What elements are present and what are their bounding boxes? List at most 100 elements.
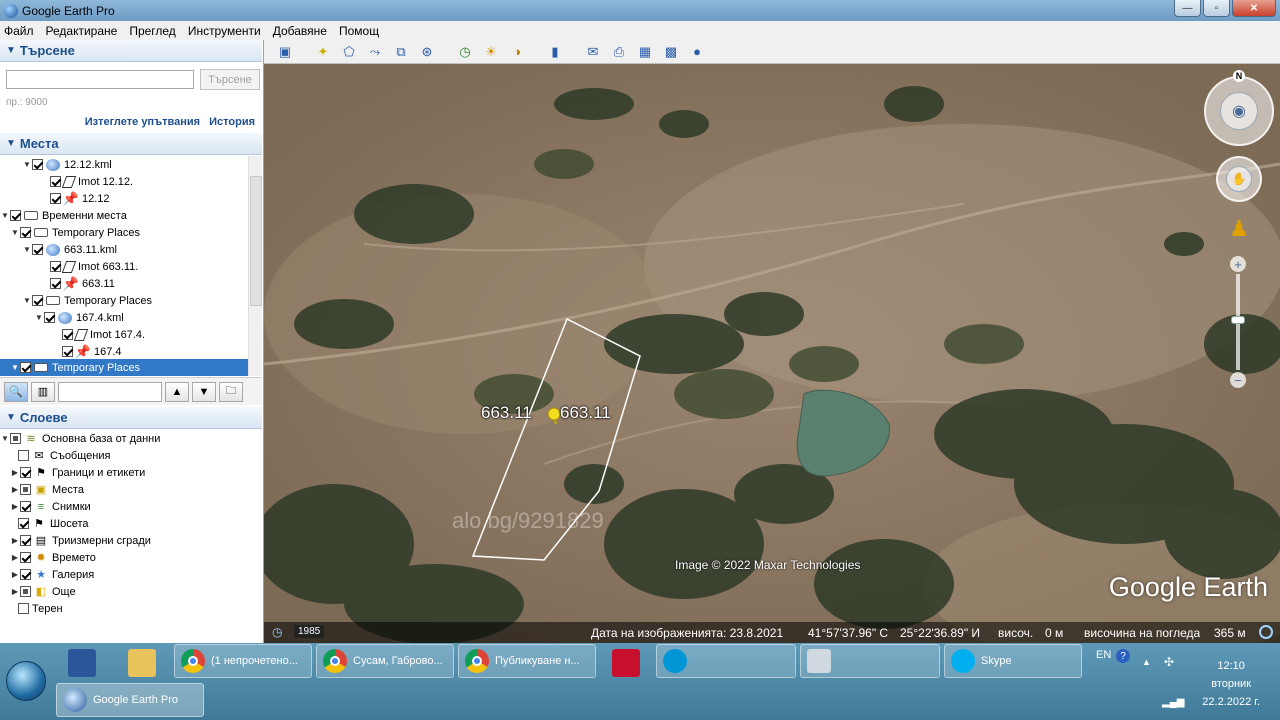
checkbox[interactable] xyxy=(32,295,43,306)
checkbox[interactable] xyxy=(32,244,43,255)
move-down-button[interactable]: ▼ xyxy=(192,381,216,402)
tree-item[interactable]: ▼ Temporary Places xyxy=(22,292,152,309)
menu-tools[interactable]: Инструменти xyxy=(188,24,261,38)
checkbox[interactable] xyxy=(20,535,31,546)
zoom-in-icon[interactable]: + xyxy=(1230,256,1246,272)
expand-icon[interactable]: ▼ xyxy=(0,434,10,443)
checkbox[interactable] xyxy=(18,518,29,529)
signal-icon[interactable]: ▂▄▆ xyxy=(1162,697,1184,708)
tree-item[interactable]: 📌 167.4 xyxy=(62,343,122,360)
history-link[interactable]: История xyxy=(209,116,255,128)
view-in-maps-button[interactable]: ▩ xyxy=(660,42,682,62)
start-button[interactable] xyxy=(6,661,46,701)
compass-north[interactable]: N xyxy=(1233,70,1245,82)
taskbar-hp[interactable] xyxy=(656,644,796,678)
save-image-button[interactable]: ▦ xyxy=(634,42,656,62)
add-path-button[interactable]: ⤳ xyxy=(364,42,386,62)
tree-item[interactable]: ▼ 12.12.kml xyxy=(22,156,112,173)
checkbox[interactable] xyxy=(18,603,29,614)
ruler-button[interactable]: ▮ xyxy=(544,42,566,62)
checkbox[interactable] xyxy=(44,312,55,323)
checkbox[interactable] xyxy=(50,261,61,272)
expand-icon[interactable]: ▼ xyxy=(22,245,32,254)
taskbar-chrome-3[interactable]: Публикуване н... xyxy=(458,644,596,678)
add-polygon-button[interactable]: ⬠ xyxy=(338,42,360,62)
zoom-handle[interactable] xyxy=(1231,316,1245,324)
minimize-button[interactable]: — xyxy=(1174,0,1201,17)
taskbar-chrome-2[interactable]: Сусам, Габрово... xyxy=(316,644,454,678)
checkbox[interactable] xyxy=(18,450,29,461)
planets-button[interactable]: ◑ xyxy=(506,42,528,62)
checkbox[interactable] xyxy=(20,569,31,580)
checkbox[interactable] xyxy=(20,227,31,238)
checkbox[interactable] xyxy=(20,484,31,495)
taskbar-chrome-1[interactable]: (1 непрочетено... xyxy=(174,644,312,678)
checkbox[interactable] xyxy=(20,501,31,512)
add-overlay-button[interactable]: ⧉ xyxy=(390,42,412,62)
move-control[interactable]: ✋ xyxy=(1216,156,1262,202)
placemark-label[interactable]: 663.11 xyxy=(481,403,532,423)
language-indicator[interactable]: EN xyxy=(1096,649,1111,661)
checkbox[interactable] xyxy=(10,433,21,444)
menu-file[interactable]: Файл xyxy=(4,24,34,38)
expand-icon[interactable]: ▼ xyxy=(0,211,10,220)
checkbox[interactable] xyxy=(50,193,61,204)
expand-icon[interactable]: ▼ xyxy=(34,313,44,322)
taskbar-google-earth[interactable]: Google Earth Pro xyxy=(56,683,204,717)
print-button[interactable]: ⎙ xyxy=(608,42,630,62)
checkbox[interactable] xyxy=(20,467,31,478)
tree-item[interactable]: 📌 663.11 xyxy=(50,275,115,292)
layer-item[interactable]: ▶ ▣ Места xyxy=(10,481,84,498)
places-section-header[interactable]: ▼ Места xyxy=(0,133,262,155)
layer-item[interactable]: ▶ ▤ Триизмерни сгради xyxy=(10,532,151,549)
maximize-button[interactable]: ▫ xyxy=(1203,0,1230,17)
acrobat-icon[interactable] xyxy=(612,649,640,677)
scroll-thumb[interactable] xyxy=(250,176,262,306)
checkbox[interactable] xyxy=(62,329,73,340)
placemark-label[interactable]: 663.11 xyxy=(560,403,611,423)
panel-toggle-button[interactable]: ▥ xyxy=(31,381,55,402)
search-input[interactable] xyxy=(6,70,194,89)
checkbox[interactable] xyxy=(20,362,31,373)
show-hidden-icon[interactable]: ▲ xyxy=(1142,657,1151,667)
sunlight-button[interactable]: ☀ xyxy=(480,42,502,62)
checkbox[interactable] xyxy=(62,346,73,357)
expand-icon[interactable]: ▶ xyxy=(10,587,20,596)
tree-item[interactable]: Imot 12.12. xyxy=(50,173,133,190)
search-places-button[interactable]: 🔍 xyxy=(4,381,28,402)
expand-icon[interactable]: ▶ xyxy=(10,485,20,494)
tree-item[interactable]: Imot 663.11. xyxy=(50,258,138,275)
zoom-out-icon[interactable]: − xyxy=(1230,372,1246,388)
search-section-header[interactable]: ▼ Търсене xyxy=(0,40,262,62)
menu-edit[interactable]: Редактиране xyxy=(46,24,118,38)
move-up-button[interactable]: ▲ xyxy=(165,381,189,402)
historical-clock-icon[interactable]: ◷ xyxy=(272,625,282,639)
checkbox[interactable] xyxy=(50,278,61,289)
layer-item[interactable]: ✉ Съобщения xyxy=(18,447,110,464)
search-button[interactable]: Търсене xyxy=(200,69,260,90)
expand-icon[interactable]: ▼ xyxy=(22,296,32,305)
expand-icon[interactable]: ▶ xyxy=(10,570,20,579)
places-scrollbar[interactable] xyxy=(248,156,262,376)
expand-icon[interactable]: ▼ xyxy=(22,160,32,169)
tree-item[interactable]: ▼ Временни места xyxy=(0,207,127,224)
layer-item[interactable]: Терен xyxy=(18,600,63,617)
street-view-pegman-icon[interactable]: ♟ xyxy=(1227,212,1251,246)
network-icon[interactable]: ✣ xyxy=(1164,655,1174,669)
tree-item[interactable]: ▼ 167.4.kml xyxy=(34,309,124,326)
tree-item[interactable]: 📌 12.12 xyxy=(50,190,110,207)
layers-section-header[interactable]: ▼ Слоеве xyxy=(0,407,262,429)
menu-view[interactable]: Преглед xyxy=(129,24,176,38)
layer-item[interactable]: ▼ ≋ Основна база от данни xyxy=(0,430,160,447)
checkbox[interactable] xyxy=(20,586,31,597)
tree-item[interactable]: ▼ Temporary Places xyxy=(10,224,140,241)
layer-item[interactable]: ▶ ≡ Снимки xyxy=(10,498,91,515)
word-icon[interactable] xyxy=(68,649,96,677)
historical-imagery-button[interactable]: ◷ xyxy=(454,42,476,62)
checkbox[interactable] xyxy=(10,210,21,221)
expand-icon[interactable]: ▼ xyxy=(10,363,20,372)
folder-button[interactable]: 🗀 xyxy=(219,381,243,402)
historical-year[interactable]: 1985 xyxy=(294,625,325,638)
checkbox[interactable] xyxy=(32,159,43,170)
expand-icon[interactable]: ▶ xyxy=(10,468,20,477)
